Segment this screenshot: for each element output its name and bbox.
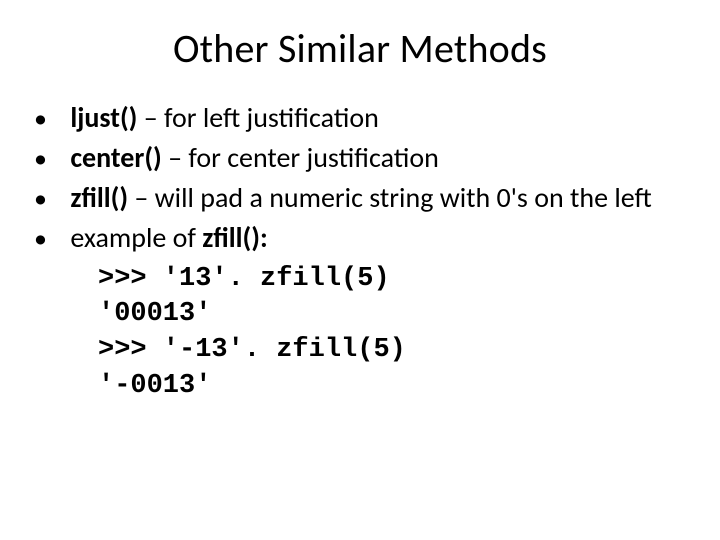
slide: Other Similar Methods ljust() – for left… xyxy=(0,0,720,540)
method-name: zfill() xyxy=(70,180,128,215)
bullet-item: example of zfill(): xyxy=(34,221,692,255)
bullet-item: center() – for center justification xyxy=(34,141,692,175)
code-line: >>> '13'. zfill(5) xyxy=(98,264,390,294)
bullet-list: ljust() – for left justification center(… xyxy=(28,101,692,256)
bullet-item: zfill() – will pad a numeric string with… xyxy=(34,181,692,215)
bullet-text: – will pad a numeric string with 0's on … xyxy=(128,180,652,215)
code-line: '-0013' xyxy=(98,371,211,401)
slide-title: Other Similar Methods xyxy=(28,24,692,73)
bullet-text: example of xyxy=(70,220,202,255)
method-name: zfill(): xyxy=(202,220,267,255)
code-line: >>> '-13'. zfill(5) xyxy=(98,335,406,365)
method-name: ljust() xyxy=(70,100,137,135)
code-line: '00013' xyxy=(98,299,211,329)
bullet-text: – for left justification xyxy=(137,100,378,135)
code-example: >>> '13'. zfill(5) '00013' >>> '-13'. zf… xyxy=(98,262,692,405)
method-name: center() xyxy=(70,140,161,175)
bullet-item: ljust() – for left justification xyxy=(34,101,692,135)
bullet-text: – for center justification xyxy=(162,140,439,175)
